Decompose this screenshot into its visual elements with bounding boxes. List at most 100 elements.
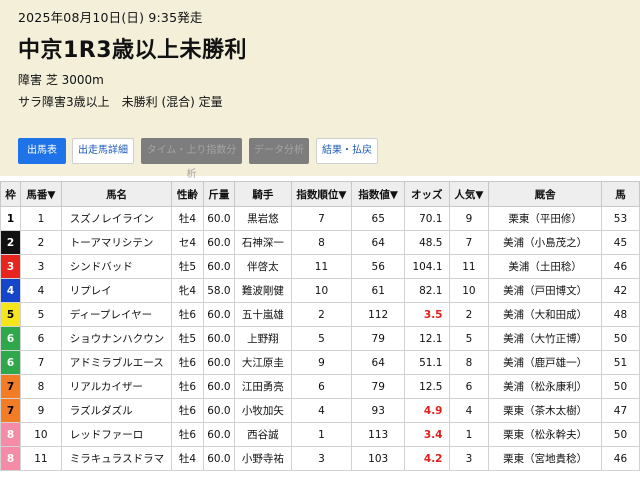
popularity: 1 [448,422,490,447]
stable: 美浦（土田稔） [488,254,602,279]
horse-name[interactable]: ショウナンハクウン [60,326,173,351]
jockey-name: 難波剛健 [234,278,292,303]
race-header: 2025年08月10日(日) 9:35発走 中京1R3歳以上未勝利 障害 芝 3… [0,0,640,180]
stable: 美浦（大竹正博） [488,326,602,351]
horse-name[interactable]: シンドバッド [60,254,173,279]
index-value: 113 [351,422,406,447]
index-rank: 6 [290,374,353,399]
horse-number: 8 [20,374,62,399]
odds: 3.4 [404,422,450,447]
header-index-rank[interactable]: 指数順位▼ [290,181,353,207]
carried-weight: 58.0 [202,278,236,303]
header-horse-name: 馬名 [60,181,173,207]
sex-age: セ4 [171,230,204,255]
index-value: 56 [351,254,406,279]
jockey-name: 小牧加矢 [234,398,292,423]
entry-table-container: 枠馬番▼ 馬名 性齢 斤量 騎手 指数順位▼ 指数値▼ オッズ 人気▼ 厩舎馬 1 1 スズノレイライ… [0,181,640,499]
horse-name[interactable]: アドミラブルエース [60,350,173,375]
extra-value: 45 [600,230,640,255]
odds: 70.1 [404,206,450,231]
horse-name[interactable]: ミラキュラスドラマ [60,446,173,471]
tab-results-payouts[interactable]: 結果・払戻 [316,138,378,164]
odds: 51.1 [404,350,450,375]
popularity: 6 [448,374,490,399]
extra-value: 51 [600,350,640,375]
table-row: 7 8 リアルカイザー 牡6 60.0 江田勇亮 6 79 12.5 6 美浦（松永康利） 50 [0,374,640,399]
race-conditions: サラ障害3歳以上 未勝利 (混合) 定量 [18,95,223,109]
table-row: 7 9 ラズルダズル 牡6 60.0 小牧加矢 4 93 4.9 4 栗東（茶木太樹） 47 [0,398,640,423]
tab-entry-table[interactable]: 出馬表 [18,138,66,164]
header-extra: 馬 [600,181,640,207]
jockey-name: 西谷誠 [234,422,292,447]
carried-weight: 60.0 [202,374,236,399]
stable: 栗東（平田修） [488,206,602,231]
table-row: 5 5 ディープレイヤー 牡6 60.0 五十嵐雄 2 112 3.5 2 美浦（大和田成） 48 [0,302,640,327]
sex-age: 牡6 [171,374,204,399]
index-rank: 4 [290,398,353,423]
carried-weight: 60.0 [202,302,236,327]
horse-number: 11 [20,446,62,471]
carried-weight: 60.0 [202,446,236,471]
jockey-name: 石神深一 [234,230,292,255]
jockey-name: 五十嵐雄 [234,302,292,327]
horse-number: 9 [20,398,62,423]
header-umaban[interactable]: 馬番▼ [20,181,62,207]
index-value: 112 [351,302,406,327]
index-rank: 3 [290,446,353,471]
index-value: 93 [351,398,406,423]
carried-weight: 60.0 [202,230,236,255]
horse-frame: 7 [0,398,22,423]
stable: 美浦（大和田成） [488,302,602,327]
popularity: 3 [448,446,490,471]
tab-horse-details[interactable]: 出走馬詳細 [72,138,134,164]
header-index-value[interactable]: 指数値▼ [351,181,406,207]
header-weight: 斤量 [202,181,236,207]
index-value: 79 [351,326,406,351]
popularity: 4 [448,398,490,423]
horse-number: 7 [20,350,62,375]
table-row: 1 1 スズノレイライン 牡4 60.0 黒岩悠 7 65 70.1 9 栗東（平田修） 53 [0,206,640,231]
jockey-name: 小野寺祐 [234,446,292,471]
horse-name[interactable]: トーアマリシテン [60,230,173,255]
sex-age: 牡6 [171,422,204,447]
header-popularity[interactable]: 人気▼ [448,181,490,207]
odds: 104.1 [404,254,450,279]
horse-number: 5 [20,302,62,327]
table-row: 8 10 レッドファーロ 牡6 60.0 西谷誠 1 113 3.4 1 栗東（松永幹夫） 50 [0,422,640,447]
horse-number: 1 [20,206,62,231]
horse-frame: 2 [0,230,22,255]
horse-name[interactable]: ディープレイヤー [60,302,173,327]
horse-frame: 5 [0,302,22,327]
table-row: 2 2 トーアマリシテン セ4 60.0 石神深一 8 64 48.5 7 美浦（小島茂之） 45 [0,230,640,255]
horse-name[interactable]: スズノレイライン [60,206,173,231]
entry-table: 枠馬番▼ 馬名 性齢 斤量 騎手 指数順位▼ 指数値▼ オッズ 人気▼ 厩舎馬 1 1 スズノレイライ… [0,181,640,471]
index-value: 64 [351,230,406,255]
index-value: 64 [351,350,406,375]
index-rank: 1 [290,422,353,447]
odds: 4.2 [404,446,450,471]
stable: 美浦（松永康利） [488,374,602,399]
stable: 栗東（松永幹夫） [488,422,602,447]
extra-value: 42 [600,278,640,303]
index-value: 61 [351,278,406,303]
sex-age: 牡4 [171,446,204,471]
carried-weight: 60.0 [202,422,236,447]
table-row: 6 6 ショウナンハクウン 牡5 60.0 上野翔 5 79 12.1 5 美浦（大竹正博） 50 [0,326,640,351]
extra-value: 50 [600,326,640,351]
race-tabs: 出馬表 出走馬詳細 タイム・上り指数分析 データ分析 結果・払戻 [0,138,640,180]
table-row: 4 4 リプレイ 牝4 58.0 難波剛健 10 61 82.1 10 美浦（戸田博文） 42 [0,278,640,303]
index-value: 79 [351,374,406,399]
horse-name[interactable]: リアルカイザー [60,374,173,399]
header-sex-age: 性齢 [171,181,204,207]
horse-name[interactable]: ラズルダズル [60,398,173,423]
horse-frame: 4 [0,278,22,303]
extra-value: 53 [600,206,640,231]
sex-age: 牡4 [171,206,204,231]
horse-name[interactable]: リプレイ [60,278,173,303]
horse-name[interactable]: レッドファーロ [60,422,173,447]
popularity: 11 [448,254,490,279]
sex-age: 牡6 [171,398,204,423]
header-jockey: 騎手 [234,181,292,207]
horse-number: 4 [20,278,62,303]
horse-frame: 1 [0,206,22,231]
